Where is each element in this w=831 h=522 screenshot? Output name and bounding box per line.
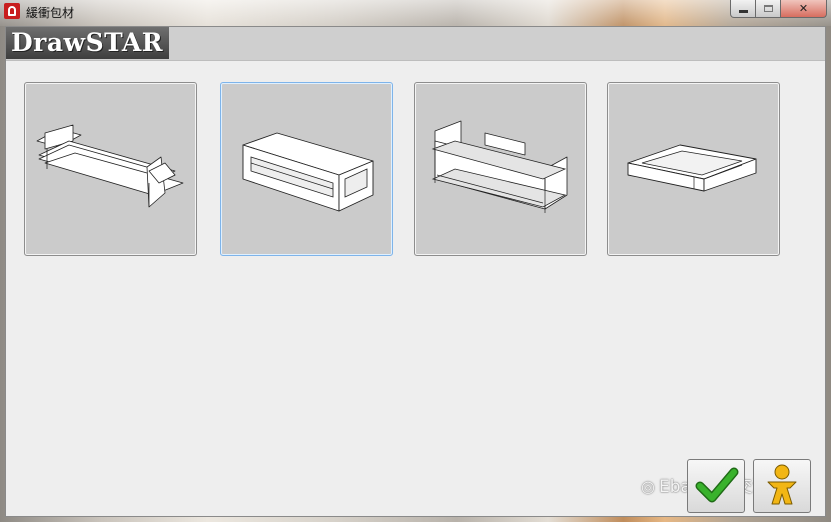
window-controls: ✕ — [730, 0, 827, 19]
close-button[interactable]: ✕ — [781, 0, 827, 18]
end-cap-shelf-icon — [36, 124, 184, 208]
double-shelf-template[interactable] — [414, 82, 587, 256]
maximize-button[interactable] — [756, 0, 781, 18]
title-bar[interactable]: 緩衝包材 ✕ — [0, 0, 831, 26]
close-icon: ✕ — [798, 2, 809, 15]
user-button[interactable] — [753, 459, 811, 513]
end-cap-shelf-template[interactable] — [24, 82, 197, 256]
header-bar: DrawSTAR — [6, 27, 825, 61]
minimize-button[interactable] — [730, 0, 756, 18]
maximize-icon — [763, 5, 773, 12]
drawstar-logo: DrawSTAR — [6, 27, 169, 59]
person-icon — [767, 464, 797, 505]
tray-template[interactable] — [607, 82, 780, 256]
tray-icon — [627, 144, 757, 192]
sleeve-tube-icon — [242, 132, 374, 212]
app-icon[interactable] — [4, 3, 20, 19]
window-title: 緩衝包材 — [26, 6, 75, 20]
main-window: DrawSTAR ◎ — [5, 26, 826, 517]
sleeve-tube-template[interactable] — [220, 82, 393, 256]
double-shelf-icon — [431, 120, 568, 213]
checkmark-icon — [695, 467, 739, 503]
wechat-icon: ◎ — [641, 477, 655, 496]
ok-button[interactable] — [687, 459, 745, 513]
minimize-icon — [738, 9, 748, 13]
